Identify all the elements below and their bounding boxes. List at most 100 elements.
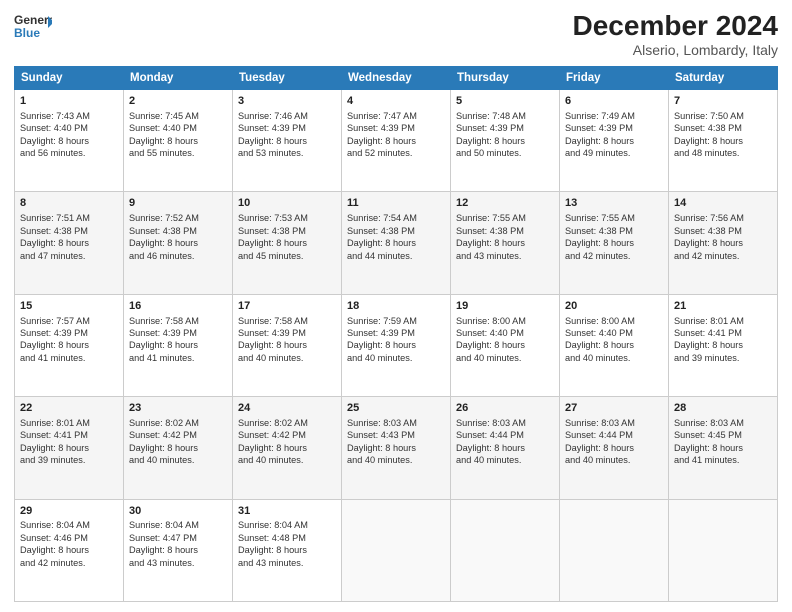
day-info-line: Sunset: 4:38 PM bbox=[674, 122, 772, 134]
day-info-line: Daylight: 8 hours bbox=[129, 135, 227, 147]
day-info-line: Sunset: 4:39 PM bbox=[565, 122, 663, 134]
day-number: 23 bbox=[129, 401, 227, 416]
day-info-line: Daylight: 8 hours bbox=[565, 237, 663, 249]
day-number: 4 bbox=[347, 94, 445, 109]
day-info-line: Sunrise: 8:00 AM bbox=[456, 315, 554, 327]
day-number: 24 bbox=[238, 401, 336, 416]
day-info-line: Sunrise: 7:57 AM bbox=[20, 315, 118, 327]
day-info-line: Daylight: 8 hours bbox=[129, 237, 227, 249]
day-info-line: and 40 minutes. bbox=[238, 352, 336, 364]
logo-svg: General Blue bbox=[14, 10, 52, 42]
day-info-line: and 41 minutes. bbox=[129, 352, 227, 364]
day-info-line: Daylight: 8 hours bbox=[20, 339, 118, 351]
day-info-line: and 40 minutes. bbox=[347, 454, 445, 466]
day-info-line: Daylight: 8 hours bbox=[238, 442, 336, 454]
day-info-line: Daylight: 8 hours bbox=[347, 339, 445, 351]
day-info-line: Daylight: 8 hours bbox=[129, 442, 227, 454]
table-row: 4Sunrise: 7:47 AMSunset: 4:39 PMDaylight… bbox=[342, 90, 451, 192]
day-info-line: and 48 minutes. bbox=[674, 147, 772, 159]
day-number: 7 bbox=[674, 94, 772, 109]
day-info-line: Sunrise: 7:56 AM bbox=[674, 212, 772, 224]
day-info-line: and 41 minutes. bbox=[20, 352, 118, 364]
table-row: 27Sunrise: 8:03 AMSunset: 4:44 PMDayligh… bbox=[560, 397, 669, 499]
day-info-line: and 43 minutes. bbox=[129, 557, 227, 569]
day-info-line: and 39 minutes. bbox=[20, 454, 118, 466]
table-row: 20Sunrise: 8:00 AMSunset: 4:40 PMDayligh… bbox=[560, 294, 669, 396]
day-info-line: Sunset: 4:43 PM bbox=[347, 429, 445, 441]
table-row: 6Sunrise: 7:49 AMSunset: 4:39 PMDaylight… bbox=[560, 90, 669, 192]
day-info-line: Daylight: 8 hours bbox=[456, 339, 554, 351]
table-row: 25Sunrise: 8:03 AMSunset: 4:43 PMDayligh… bbox=[342, 397, 451, 499]
day-info-line: and 44 minutes. bbox=[347, 250, 445, 262]
day-number: 25 bbox=[347, 401, 445, 416]
day-info-line: Sunset: 4:38 PM bbox=[238, 225, 336, 237]
day-info-line: Sunrise: 8:03 AM bbox=[674, 417, 772, 429]
day-info-line: and 42 minutes. bbox=[565, 250, 663, 262]
table-row: 9Sunrise: 7:52 AMSunset: 4:38 PMDaylight… bbox=[124, 192, 233, 294]
day-info-line: Sunset: 4:47 PM bbox=[129, 532, 227, 544]
day-info-line: Daylight: 8 hours bbox=[674, 237, 772, 249]
day-info-line: Sunrise: 7:45 AM bbox=[129, 110, 227, 122]
day-info-line: Sunrise: 7:54 AM bbox=[347, 212, 445, 224]
day-info-line: Sunrise: 7:58 AM bbox=[238, 315, 336, 327]
day-number: 10 bbox=[238, 196, 336, 211]
day-info-line: and 40 minutes. bbox=[565, 352, 663, 364]
day-number: 26 bbox=[456, 401, 554, 416]
day-info-line: and 50 minutes. bbox=[456, 147, 554, 159]
day-info-line: Daylight: 8 hours bbox=[238, 544, 336, 556]
day-info-line: and 43 minutes. bbox=[456, 250, 554, 262]
day-info-line: and 49 minutes. bbox=[565, 147, 663, 159]
day-info-line: Daylight: 8 hours bbox=[347, 135, 445, 147]
day-number: 1 bbox=[20, 94, 118, 109]
day-info-line: Daylight: 8 hours bbox=[565, 135, 663, 147]
day-info-line: and 40 minutes. bbox=[238, 454, 336, 466]
day-number: 27 bbox=[565, 401, 663, 416]
day-info-line: Sunset: 4:39 PM bbox=[238, 327, 336, 339]
day-info-line: Sunrise: 7:59 AM bbox=[347, 315, 445, 327]
table-row bbox=[342, 499, 451, 601]
day-info-line: Daylight: 8 hours bbox=[20, 237, 118, 249]
day-info-line: and 40 minutes. bbox=[456, 352, 554, 364]
table-row: 24Sunrise: 8:02 AMSunset: 4:42 PMDayligh… bbox=[233, 397, 342, 499]
day-info-line: and 40 minutes. bbox=[456, 454, 554, 466]
day-number: 8 bbox=[20, 196, 118, 211]
day-number: 3 bbox=[238, 94, 336, 109]
day-info-line: Sunrise: 8:03 AM bbox=[565, 417, 663, 429]
day-info-line: Sunrise: 7:46 AM bbox=[238, 110, 336, 122]
table-row: 21Sunrise: 8:01 AMSunset: 4:41 PMDayligh… bbox=[669, 294, 778, 396]
table-row: 7Sunrise: 7:50 AMSunset: 4:38 PMDaylight… bbox=[669, 90, 778, 192]
day-info-line: Sunset: 4:38 PM bbox=[565, 225, 663, 237]
day-info-line: Sunset: 4:42 PM bbox=[238, 429, 336, 441]
calendar: Sunday Monday Tuesday Wednesday Thursday… bbox=[14, 66, 778, 602]
day-info-line: Daylight: 8 hours bbox=[565, 339, 663, 351]
table-row: 23Sunrise: 8:02 AMSunset: 4:42 PMDayligh… bbox=[124, 397, 233, 499]
day-info-line: Daylight: 8 hours bbox=[238, 339, 336, 351]
day-info-line: Sunrise: 8:04 AM bbox=[238, 519, 336, 531]
day-info-line: and 46 minutes. bbox=[129, 250, 227, 262]
day-number: 31 bbox=[238, 504, 336, 519]
table-row: 15Sunrise: 7:57 AMSunset: 4:39 PMDayligh… bbox=[15, 294, 124, 396]
table-row: 29Sunrise: 8:04 AMSunset: 4:46 PMDayligh… bbox=[15, 499, 124, 601]
day-number: 21 bbox=[674, 299, 772, 314]
day-number: 22 bbox=[20, 401, 118, 416]
day-info-line: Daylight: 8 hours bbox=[20, 442, 118, 454]
day-number: 20 bbox=[565, 299, 663, 314]
col-thursday: Thursday bbox=[451, 67, 560, 90]
day-info-line: Sunset: 4:39 PM bbox=[238, 122, 336, 134]
day-info-line: Daylight: 8 hours bbox=[347, 237, 445, 249]
day-info-line: Sunset: 4:40 PM bbox=[20, 122, 118, 134]
day-number: 2 bbox=[129, 94, 227, 109]
day-info-line: Sunrise: 7:55 AM bbox=[456, 212, 554, 224]
day-number: 30 bbox=[129, 504, 227, 519]
day-number: 14 bbox=[674, 196, 772, 211]
day-info-line: and 53 minutes. bbox=[238, 147, 336, 159]
day-info-line: Daylight: 8 hours bbox=[456, 442, 554, 454]
table-row: 10Sunrise: 7:53 AMSunset: 4:38 PMDayligh… bbox=[233, 192, 342, 294]
table-row bbox=[560, 499, 669, 601]
day-number: 18 bbox=[347, 299, 445, 314]
day-number: 9 bbox=[129, 196, 227, 211]
calendar-week-row: 15Sunrise: 7:57 AMSunset: 4:39 PMDayligh… bbox=[15, 294, 778, 396]
table-row: 5Sunrise: 7:48 AMSunset: 4:39 PMDaylight… bbox=[451, 90, 560, 192]
day-info-line: Daylight: 8 hours bbox=[20, 544, 118, 556]
day-info-line: Sunrise: 7:55 AM bbox=[565, 212, 663, 224]
